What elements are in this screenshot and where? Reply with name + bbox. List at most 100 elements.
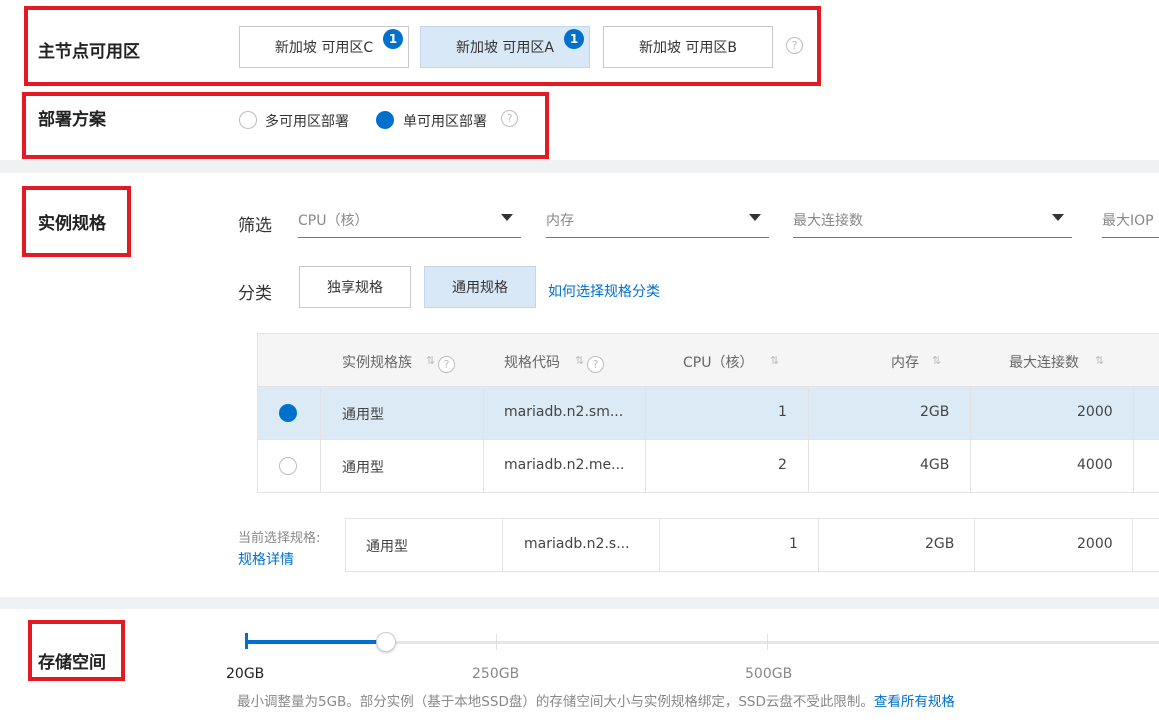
sort-icon[interactable]: ⇅ <box>1095 354 1104 367</box>
view-all-specs-link[interactable]: 查看所有规格 <box>874 694 955 710</box>
storage-note: 最小调整量为5GB。部分实例（基于本地SSD盘）的存储空间大小与实例规格绑定，S… <box>237 690 955 710</box>
sort-icon[interactable]: ⇅ <box>575 354 584 367</box>
cell-divider <box>1133 387 1134 440</box>
cell-family: 通用型 <box>342 407 384 423</box>
table-row[interactable]: 通用型 mariadb.n2.sm... 1 2GB 2000 <box>258 387 1159 440</box>
header-family: 实例规格族 <box>342 355 412 371</box>
sort-icon[interactable]: ⇅ <box>932 354 941 367</box>
deploy-title: 部署方案 <box>38 110 106 130</box>
cell-divider <box>974 519 975 571</box>
chevron-down-icon <box>1052 214 1064 221</box>
slider-tick <box>767 634 768 650</box>
spec-table: 实例规格族 ⇅ ? 规格代码 ⇅ ? CPU（核） ⇅ 内存 ⇅ 最大连接数 ⇅… <box>257 333 1159 493</box>
cell-divider <box>483 440 484 493</box>
cell-conn: 2000 <box>1077 404 1113 420</box>
zone-help-icon[interactable]: ? <box>786 37 803 54</box>
category-label: 分类 <box>238 284 272 304</box>
category-dedicated-label: 独享规格 <box>327 280 383 296</box>
help-icon[interactable]: ? <box>438 356 455 373</box>
sort-icon[interactable]: ⇅ <box>426 354 435 367</box>
header-cpu: CPU（核） <box>683 355 754 371</box>
spec-table-header: 实例规格族 ⇅ ? 规格代码 ⇅ ? CPU（核） ⇅ 内存 ⇅ 最大连接数 ⇅ <box>258 334 1159 387</box>
sort-icon[interactable]: ⇅ <box>770 354 779 367</box>
memory-filter-placeholder: 内存 <box>546 213 574 229</box>
cell-divider <box>808 387 809 440</box>
deploy-single-label[interactable]: 单可用区部署 <box>403 111 487 131</box>
zone-option-a[interactable]: 新加坡 可用区A 1 <box>420 26 590 68</box>
cell-cpu: 2 <box>778 457 787 473</box>
storage-slider-start <box>245 633 248 649</box>
cell-divider <box>970 440 971 493</box>
current-family: 通用型 <box>366 539 408 555</box>
zone-title: 主节点可用区 <box>38 42 140 62</box>
tick-label-20: 20GB <box>226 666 265 682</box>
cell-code: mariadb.n2.sm... <box>504 404 624 420</box>
row-select-radio[interactable] <box>279 404 297 422</box>
category-help-link[interactable]: 如何选择规格分类 <box>548 281 660 301</box>
chevron-down-icon <box>749 214 761 221</box>
current-spec-label: 当前选择规格: <box>238 531 321 546</box>
cell-divider <box>808 440 809 493</box>
deploy-help-icon[interactable]: ? <box>501 110 518 127</box>
slider-tick <box>496 634 497 650</box>
zone-option-a-label: 新加坡 可用区A <box>455 40 555 56</box>
deploy-multi-label[interactable]: 多可用区部署 <box>265 111 349 131</box>
cell-divider <box>1133 440 1134 493</box>
cell-divider <box>645 440 646 493</box>
tick-label-500: 500GB <box>745 666 793 682</box>
current-memory: 2GB <box>925 536 955 552</box>
header-memory: 内存 <box>891 355 919 371</box>
help-icon[interactable]: ? <box>587 356 604 373</box>
cell-divider <box>818 519 819 571</box>
current-spec-row: 通用型 mariadb.n2.s... 1 2GB 2000 <box>345 518 1159 572</box>
cell-divider <box>483 387 484 440</box>
current-conn: 2000 <box>1077 536 1113 552</box>
table-row[interactable]: 通用型 mariadb.n2.me... 2 4GB 4000 <box>258 440 1159 493</box>
zone-option-c-label: 新加坡 可用区C <box>274 40 374 56</box>
iops-filter-dropdown[interactable]: 最大IOP <box>1102 204 1159 238</box>
storage-note-text: 最小调整量为5GB。部分实例（基于本地SSD盘）的存储空间大小与实例规格绑定，S… <box>237 694 874 710</box>
zone-option-c[interactable]: 新加坡 可用区C 1 <box>239 26 409 68</box>
category-general-button[interactable]: 通用规格 <box>424 266 536 308</box>
tick-label-250: 250GB <box>472 666 520 682</box>
cell-divider <box>659 519 660 571</box>
cell-code: mariadb.n2.me... <box>504 457 625 473</box>
chevron-down-icon <box>501 214 513 221</box>
header-conn: 最大连接数 <box>1009 355 1079 371</box>
category-general-label: 通用规格 <box>452 280 508 296</box>
cpu-filter-placeholder: CPU（核） <box>298 213 369 229</box>
cell-memory: 4GB <box>920 457 950 473</box>
cell-conn: 4000 <box>1077 457 1113 473</box>
deploy-single-radio[interactable] <box>376 111 394 129</box>
spec-details-link[interactable]: 规格详情 <box>238 549 294 569</box>
header-code: 规格代码 <box>504 355 560 371</box>
cell-divider <box>502 519 503 571</box>
conn-filter-placeholder: 最大连接数 <box>793 213 863 229</box>
cell-divider <box>970 387 971 440</box>
cell-memory: 2GB <box>920 404 950 420</box>
storage-title: 存储空间 <box>38 653 106 673</box>
cpu-filter-dropdown[interactable]: CPU（核） <box>298 204 521 238</box>
deploy-multi-radio[interactable] <box>239 111 257 129</box>
conn-filter-dropdown[interactable]: 最大连接数 <box>793 204 1072 238</box>
memory-filter-dropdown[interactable]: 内存 <box>546 204 769 238</box>
storage-slider-thumb[interactable] <box>376 632 396 652</box>
iops-filter-placeholder: 最大IOP <box>1102 213 1154 229</box>
storage-slider-fill <box>246 640 386 644</box>
spec-title: 实例规格 <box>38 214 106 234</box>
cell-divider <box>320 440 321 493</box>
row-select-radio[interactable] <box>279 457 297 475</box>
cell-divider <box>1132 519 1133 571</box>
current-cpu: 1 <box>789 536 798 552</box>
zone-option-b-label: 新加坡 可用区B <box>638 40 738 56</box>
current-code: mariadb.n2.s... <box>524 536 630 552</box>
zone-option-c-badge: 1 <box>383 29 403 49</box>
category-dedicated-button[interactable]: 独享规格 <box>299 266 411 308</box>
cell-family: 通用型 <box>342 460 384 476</box>
cell-cpu: 1 <box>778 404 787 420</box>
filter-label: 筛选 <box>238 216 272 236</box>
cell-divider <box>320 387 321 440</box>
zone-option-b[interactable]: 新加坡 可用区B <box>603 26 773 68</box>
cell-divider <box>645 387 646 440</box>
zone-option-a-badge: 1 <box>564 29 584 49</box>
